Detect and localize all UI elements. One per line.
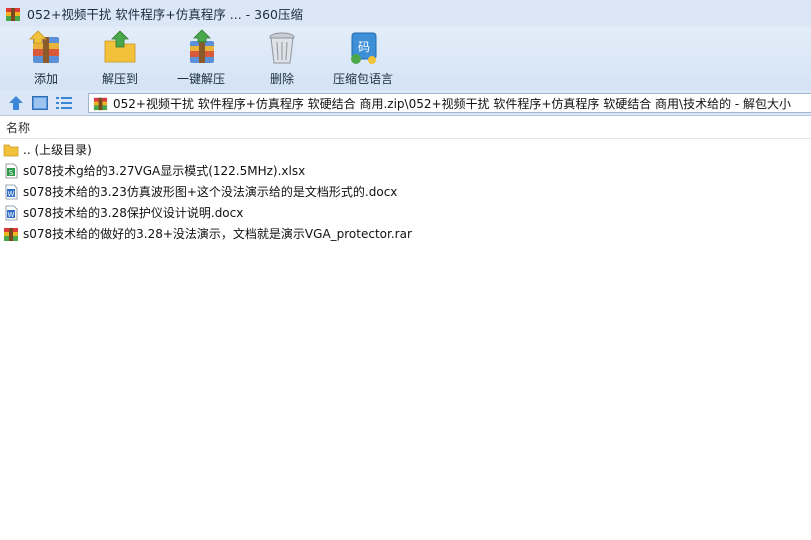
list-item[interactable]: S s078技术g给的3.27VGA显示模式(122.5MHz).xlsx	[0, 160, 811, 181]
address-path: 052+视频干扰 软件程序+仿真程序 软硬结合 商用.zip\052+视频干扰 …	[113, 96, 792, 111]
title-bar: 052+视频干扰 软件程序+仿真程序 ... - 360压缩	[0, 0, 811, 27]
app-logo-icon	[6, 7, 20, 21]
svg-text:码: 码	[358, 40, 370, 54]
one-click-extract-icon	[190, 29, 214, 63]
add-button[interactable]: 添加	[10, 27, 82, 90]
file-name: s078技术g给的3.27VGA显示模式(122.5MHz).xlsx	[23, 164, 306, 178]
word-file-icon: W	[5, 184, 18, 199]
thumbnail-view-icon[interactable]	[30, 93, 50, 113]
word-file-icon: W	[5, 205, 18, 220]
address-bar[interactable]: 052+视频干扰 软件程序+仿真程序 软硬结合 商用.zip\052+视频干扰 …	[88, 93, 811, 113]
svg-text:W: W	[8, 211, 15, 219]
column-header-name[interactable]: 名称	[0, 117, 811, 139]
extract-to-button[interactable]: 解压到	[84, 27, 156, 90]
extract-to-button-label: 解压到	[101, 72, 138, 86]
archive-language-button[interactable]: 码 压缩包语言	[320, 27, 406, 90]
file-name: s078技术给的做好的3.28+没法演示，文档就是演示VGA_protector…	[23, 227, 412, 241]
list-item[interactable]: W s078技术给的3.23仿真波形图+这个没法演示给的是文档形式的.docx	[0, 181, 811, 202]
list-item[interactable]: W s078技术给的3.28保护仪设计说明.docx	[0, 202, 811, 223]
address-row: 052+视频干扰 软件程序+仿真程序 软硬结合 商用.zip\052+视频干扰 …	[0, 90, 811, 116]
svg-text:W: W	[8, 190, 15, 198]
trash-icon	[269, 32, 295, 64]
file-name: s078技术给的3.23仿真波形图+这个没法演示给的是文档形式的.docx	[23, 185, 398, 199]
file-list: 名称 .. (上级目录) S s078技术g给的3.27VGA显示模式(122.…	[0, 117, 811, 540]
add-archive-icon	[29, 30, 59, 63]
file-name: s078技术给的3.28保护仪设计说明.docx	[23, 206, 244, 220]
folder-icon	[3, 144, 19, 156]
list-item[interactable]: .. (上级目录)	[0, 139, 811, 160]
extract-to-icon	[104, 30, 136, 63]
app-window: 052+视频干扰 软件程序+仿真程序 ... - 360压缩 添加 解压到 一键…	[0, 0, 811, 540]
file-name: .. (上级目录)	[23, 143, 92, 157]
window-title: 052+视频干扰 软件程序+仿真程序 ... - 360压缩	[27, 7, 303, 22]
up-arrow-icon[interactable]	[6, 93, 26, 113]
list-item[interactable]: s078技术给的做好的3.28+没法演示，文档就是演示VGA_protector…	[0, 223, 811, 244]
add-button-label: 添加	[33, 72, 58, 86]
archive-language-button-label: 压缩包语言	[332, 72, 393, 86]
svg-text:S: S	[9, 169, 14, 177]
list-view-icon[interactable]	[54, 93, 74, 113]
archive-language-icon: 码	[351, 32, 377, 64]
rar-file-icon	[4, 227, 18, 241]
delete-button[interactable]: 删除	[246, 27, 318, 90]
delete-button-label: 删除	[269, 72, 294, 86]
archive-icon	[93, 97, 108, 110]
toolbar: 添加 解压到 一键解压 删除 码 压缩包语言	[0, 27, 811, 90]
excel-file-icon: S	[5, 163, 18, 178]
one-click-extract-button[interactable]: 一键解压	[158, 27, 244, 90]
one-click-extract-button-label: 一键解压	[176, 72, 225, 86]
